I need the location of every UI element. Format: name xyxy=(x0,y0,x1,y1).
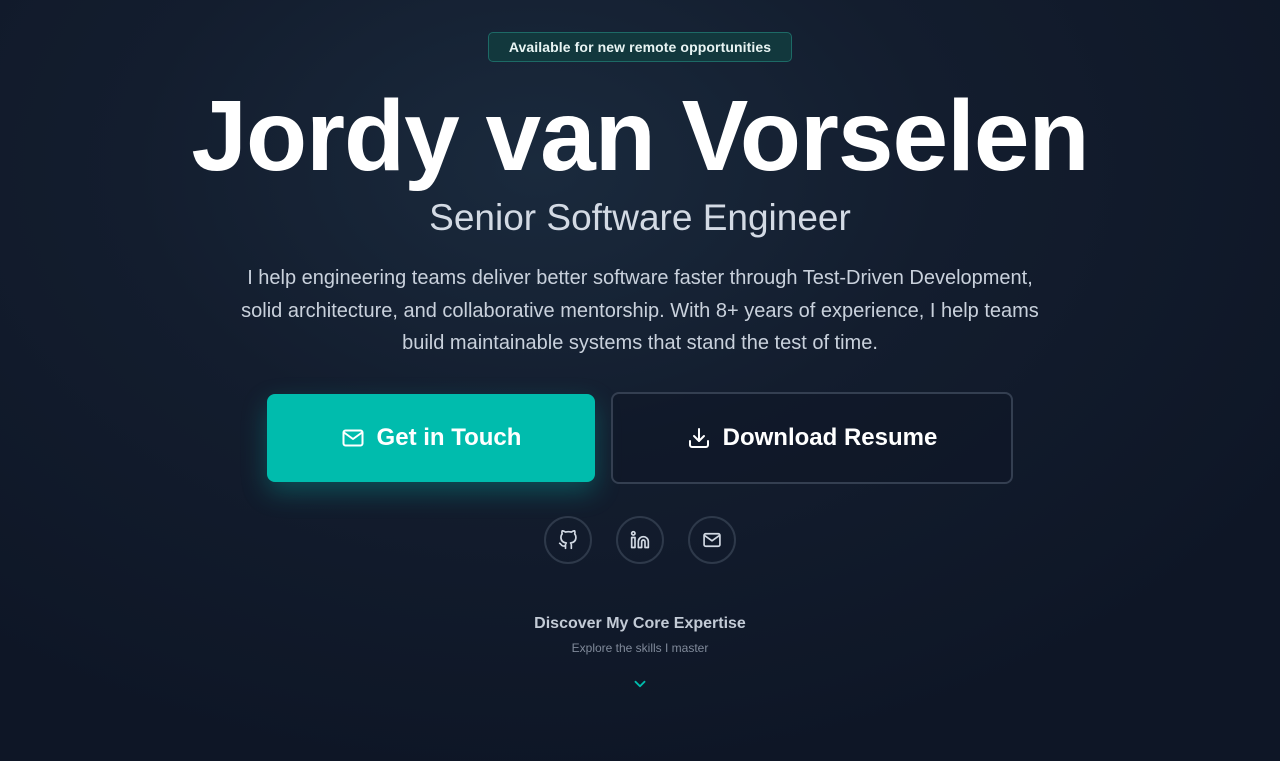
download-icon xyxy=(687,426,711,450)
github-icon xyxy=(558,530,578,550)
download-resume-label: Download Resume xyxy=(722,424,938,451)
mail-icon xyxy=(702,530,722,550)
linkedin-link[interactable] xyxy=(616,516,664,564)
download-resume-button[interactable]: Download Resume xyxy=(611,392,1013,484)
discover-subtitle: Explore the skills I master xyxy=(571,641,709,655)
linkedin-icon xyxy=(630,530,650,550)
email-link[interactable] xyxy=(688,516,736,564)
scroll-down-button[interactable] xyxy=(630,674,650,694)
hero-section: Available for new remote opportunities J… xyxy=(0,0,1280,761)
get-in-touch-button[interactable]: Get in Touch xyxy=(267,394,595,482)
intro-paragraph: I help engineering teams deliver better … xyxy=(241,267,1039,354)
get-in-touch-label: Get in Touch xyxy=(376,424,522,451)
role-subtitle: Senior Software Engineer xyxy=(429,197,851,238)
page-title: Jordy van Vorselen xyxy=(191,80,1089,192)
mail-icon xyxy=(341,426,365,450)
availability-badge: Available for new remote opportunities xyxy=(488,32,792,62)
discover-title: Discover My Core Expertise xyxy=(534,615,746,632)
chevron-down-icon xyxy=(631,675,649,693)
github-link[interactable] xyxy=(544,516,592,564)
